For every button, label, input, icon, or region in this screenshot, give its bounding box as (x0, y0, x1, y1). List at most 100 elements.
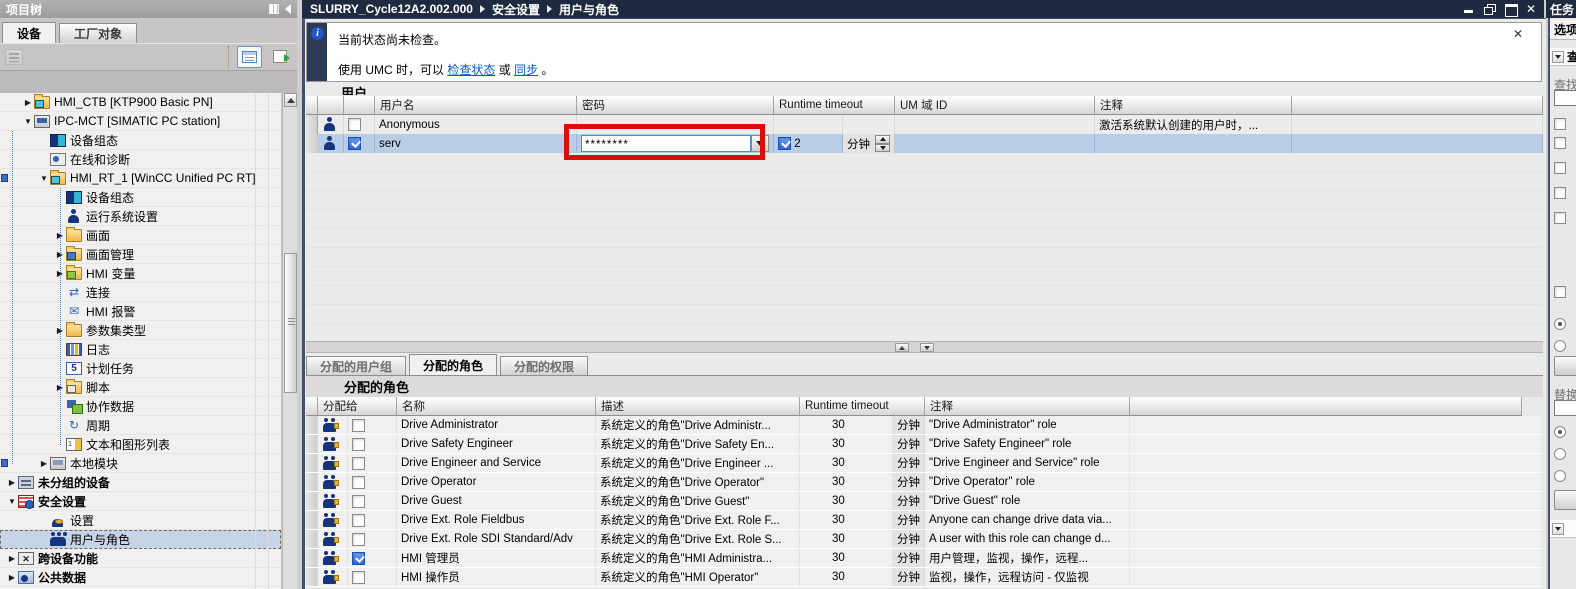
tree-item[interactable]: ▶HMI 变量 (0, 264, 281, 283)
tree-item[interactable]: ▶公共数据 (0, 568, 281, 587)
tree-item[interactable]: 设备组态 (0, 188, 281, 207)
role-row[interactable]: Drive Ext. Role Fieldbus系统定义的角色"Drive Ex… (306, 511, 1543, 530)
replace-scope-radio[interactable] (1554, 448, 1566, 460)
role-description-cell[interactable]: 系统定义的角色"Drive Administr... (596, 416, 800, 434)
um-domain-id-cell[interactable] (895, 134, 1095, 153)
pane-splitter[interactable] (306, 341, 1543, 353)
role-name-cell[interactable]: Drive Ext. Role Fieldbus (397, 511, 596, 529)
role-row[interactable]: Drive Administrator系统定义的角色"Drive Adminis… (306, 416, 1543, 435)
role-assigned-checkbox[interactable] (352, 419, 365, 432)
tree-item[interactable]: ↻周期 (0, 416, 281, 435)
assignment-tab[interactable]: 分配的用户组 (306, 356, 406, 376)
role-name-cell[interactable]: HMI 操作员 (397, 568, 596, 586)
role-comment-cell[interactable]: "Drive Administrator" role (925, 416, 1130, 434)
col-description[interactable]: 描述 (596, 397, 800, 416)
role-assigned-checkbox[interactable] (352, 457, 365, 470)
columns-view-icon[interactable] (269, 4, 279, 14)
find-option-checkbox[interactable] (1554, 212, 1566, 224)
role-name-cell[interactable]: Drive Safety Engineer (397, 435, 596, 453)
tree-item[interactable]: ▶HMI_CTB [KTP900 Basic PN] (0, 93, 281, 112)
assignment-tab[interactable]: 分配的角色 (409, 354, 497, 376)
col-runtime-timeout[interactable]: Runtime timeout (774, 96, 895, 115)
tree-item[interactable]: 协作数据 (0, 397, 281, 416)
role-description-cell[interactable]: 系统定义的角色"Drive Ext. Role S... (596, 530, 800, 548)
tree-item[interactable]: ▼HMI_RT_1 [WinCC Unified PC RT] (0, 169, 281, 188)
tree-item[interactable]: ▶参数集类型 (0, 321, 281, 340)
role-assigned-checkbox[interactable] (352, 571, 365, 584)
tree-item[interactable]: ▼IPC-MCT [SIMATIC PC station] (0, 112, 281, 131)
role-assigned-checkbox[interactable] (352, 495, 365, 508)
role-name-cell[interactable]: Drive Guest (397, 492, 596, 510)
minimize-icon[interactable] (1463, 4, 1474, 14)
tree-expander-icon[interactable]: ▼ (6, 497, 18, 506)
splitter-up-icon[interactable] (895, 343, 909, 352)
breadcrumb-project[interactable]: SLURRY_Cycle12A2.002.000 (310, 2, 473, 16)
tree-item[interactable]: ⇄连接 (0, 283, 281, 302)
role-comment-cell[interactable]: "Drive Operator" role (925, 473, 1130, 491)
details-view-button[interactable] (237, 46, 262, 68)
col-icon[interactable] (318, 96, 344, 115)
collapsed-section[interactable] (1550, 520, 1576, 538)
tree-expander-icon[interactable]: ▶ (22, 98, 34, 107)
col-enabled[interactable] (344, 96, 375, 115)
role-description-cell[interactable]: 系统定义的角色"HMI Administra... (596, 549, 800, 567)
role-assigned-checkbox[interactable] (352, 533, 365, 546)
col-username[interactable]: 用户名 (375, 96, 577, 115)
col-comment[interactable]: 注释 (1095, 96, 1292, 115)
role-comment-cell[interactable]: Anyone can change drive data via... (925, 511, 1130, 529)
tree-scrollbar[interactable] (282, 93, 297, 589)
col-um-domain-id[interactable]: UM 域 ID (895, 96, 1095, 115)
role-description-cell[interactable]: 系统定义的角色"HMI Operator" (596, 568, 800, 586)
tree-item[interactable]: 运行系统设置 (0, 207, 281, 226)
chevron-down-icon[interactable] (1552, 51, 1564, 63)
tree-item[interactable]: 在线和诊断 (0, 150, 281, 169)
search-direction-radio[interactable] (1554, 340, 1566, 352)
user-enabled-checkbox[interactable] (348, 137, 361, 150)
role-row[interactable]: Drive Ext. Role SDI Standard/Adv系统定义的角色"… (306, 530, 1543, 549)
breadcrumb-page[interactable]: 用户与角色 (559, 1, 619, 18)
role-assigned-checkbox[interactable] (352, 438, 365, 451)
tree-expander-icon[interactable]: ▶ (6, 478, 18, 487)
close-icon[interactable]: ✕ (1526, 4, 1536, 14)
scroll-up-icon[interactable] (284, 93, 297, 107)
search-direction-radio[interactable] (1554, 318, 1566, 330)
role-comment-cell[interactable]: A user with this role can change d... (925, 530, 1130, 548)
tree-expander-icon[interactable]: ▼ (22, 117, 34, 126)
role-timeout-cell[interactable]: 30 (800, 473, 893, 491)
um-domain-id-cell[interactable] (895, 115, 1095, 134)
find-button[interactable] (1554, 356, 1576, 376)
role-row[interactable]: HMI 操作员系统定义的角色"HMI Operator"30分钟监视，操作，远程… (306, 568, 1543, 587)
project-tree-tab[interactable]: 设备 (2, 22, 56, 43)
tree-item[interactable]: 日志 (0, 340, 281, 359)
password-dropdown-icon[interactable] (751, 135, 769, 152)
col-comment[interactable]: 注释 (925, 397, 1130, 416)
role-name-cell[interactable]: Drive Ext. Role SDI Standard/Adv (397, 530, 596, 548)
find-replace-section[interactable]: 查找和替换 (1550, 48, 1576, 66)
role-timeout-cell[interactable]: 30 (800, 568, 893, 586)
role-description-cell[interactable]: 系统定义的角色"Drive Operator" (596, 473, 800, 491)
spin-down-icon[interactable] (875, 144, 890, 153)
replace-input[interactable] (1554, 400, 1576, 416)
tree-item[interactable]: ▶本地模块 (0, 454, 281, 473)
splitter-down-icon[interactable] (920, 343, 934, 352)
role-name-cell[interactable]: Drive Operator (397, 473, 596, 491)
role-name-cell[interactable]: Drive Engineer and Service (397, 454, 596, 472)
user-name-cell[interactable]: serv (375, 134, 577, 153)
tree-item[interactable]: ▶未分组的设备 (0, 473, 281, 492)
role-description-cell[interactable]: 系统定义的角色"Drive Guest" (596, 492, 800, 510)
role-description-cell[interactable]: 系统定义的角色"Drive Ext. Role F... (596, 511, 800, 529)
user-comment-cell[interactable] (1095, 134, 1292, 153)
role-timeout-cell[interactable]: 30 (800, 435, 893, 453)
tree-item[interactable]: 1文本和图形列表 (0, 435, 281, 454)
options-header[interactable]: 选项 (1550, 20, 1576, 40)
role-row[interactable]: HMI 管理员系统定义的角色"HMI Administra...30分钟用户管理… (306, 549, 1543, 568)
role-timeout-cell[interactable]: 30 (800, 492, 893, 510)
col-password[interactable]: 密码 (577, 96, 774, 115)
tree-expander-icon[interactable]: ▶ (6, 573, 18, 582)
tree-item[interactable]: 用户与角色 (0, 530, 281, 549)
role-row[interactable]: Drive Safety Engineer系统定义的角色"Drive Safet… (306, 435, 1543, 454)
role-row[interactable]: Drive Guest系统定义的角色"Drive Guest"30分钟"Driv… (306, 492, 1543, 511)
role-name-cell[interactable]: Drive Administrator (397, 416, 596, 434)
find-input[interactable] (1554, 90, 1576, 106)
role-timeout-cell[interactable]: 30 (800, 416, 893, 434)
